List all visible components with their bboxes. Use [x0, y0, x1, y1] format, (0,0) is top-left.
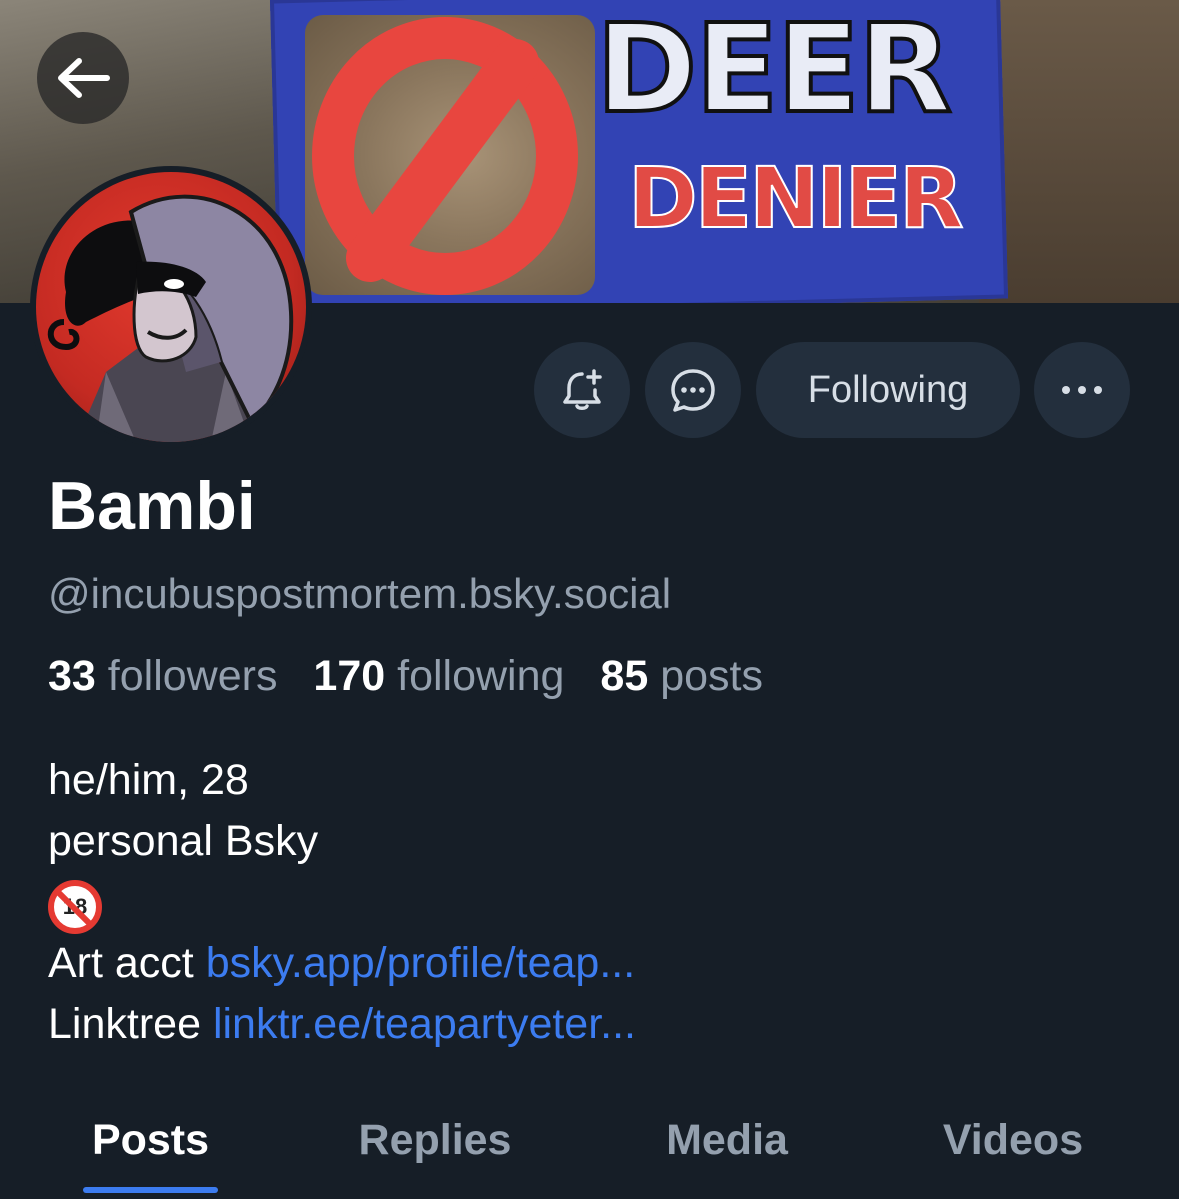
- display-name: Bambi: [48, 468, 256, 544]
- linktree-label: Linktree: [48, 1000, 213, 1048]
- no-under-18-icon: 18: [48, 879, 102, 934]
- following-button[interactable]: Following: [756, 342, 1020, 438]
- banner-wall: [979, 0, 1179, 303]
- more-options-button[interactable]: [1034, 342, 1130, 438]
- bio-line: personal Bsky: [48, 817, 319, 865]
- avatar[interactable]: [30, 166, 312, 448]
- bio-line: he/him, 28: [48, 756, 249, 804]
- avatar-image: [36, 172, 306, 442]
- art-account-link[interactable]: bsky.app/profile/teap...: [206, 939, 635, 987]
- subscribe-notifications-button[interactable]: [534, 342, 630, 438]
- tab-videos[interactable]: Videos: [918, 1090, 1108, 1190]
- bio-line: 18: [48, 872, 636, 934]
- posts-label: posts: [660, 652, 763, 700]
- hooded-character-illustration: [47, 194, 294, 442]
- profile-screen: DEER DENIER Following Bambi @incubuspost…: [0, 0, 1179, 1199]
- banner-sign-subtitle: DENIER: [627, 149, 965, 247]
- posts-count: 85: [600, 652, 649, 700]
- active-tab-indicator: [83, 1187, 218, 1193]
- ellipsis-icon: [1062, 386, 1102, 394]
- bio-line: Linktree linktr.ee/teapartyeter...: [48, 994, 636, 1055]
- followers-label: followers: [107, 652, 278, 700]
- posts-stat: 85 posts: [600, 652, 787, 700]
- message-button[interactable]: [645, 342, 741, 438]
- following-label: following: [397, 652, 565, 700]
- following-stat[interactable]: 170 following: [313, 652, 588, 700]
- followers-stat[interactable]: 33 followers: [48, 652, 301, 700]
- profile-stats: 33 followers 170 following 85 posts: [48, 655, 787, 698]
- bell-plus-icon: [563, 369, 602, 410]
- back-button[interactable]: [37, 32, 129, 124]
- prohibition-mark-icon: [312, 17, 578, 295]
- profile-bio: he/him, 28 personal Bsky 18 Art acct bsk…: [48, 750, 636, 1055]
- arrow-left-icon: [58, 58, 110, 98]
- tab-replies[interactable]: Replies: [335, 1090, 535, 1190]
- banner-sign-title: DEER: [594, 0, 954, 140]
- profile-tabs: Posts Replies Media Videos: [0, 1090, 1179, 1199]
- art-account-label: Art acct: [48, 939, 206, 987]
- bio-line: Art acct bsky.app/profile/teap...: [48, 933, 636, 994]
- linktree-link[interactable]: linktr.ee/teapartyeter...: [213, 1000, 636, 1048]
- tab-media[interactable]: Media: [630, 1090, 824, 1190]
- tab-posts[interactable]: Posts: [60, 1090, 241, 1190]
- followers-count: 33: [48, 652, 96, 700]
- profile-handle[interactable]: @incubuspostmortem.bsky.social: [48, 573, 671, 615]
- chat-bubble-icon: [671, 369, 715, 412]
- following-count: 170: [313, 652, 386, 700]
